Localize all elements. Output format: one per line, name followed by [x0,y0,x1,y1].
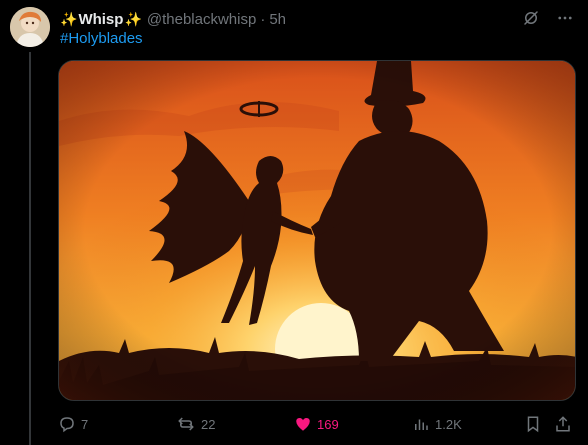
post-header: ✨ Whisp ✨ @theblackwhisp · 5h [60,9,286,29]
like-button[interactable]: 169 [294,413,339,435]
post-actions-bar: 7 22 169 1.2K [58,413,576,435]
more-icon[interactable] [554,7,576,29]
bookmark-icon [527,416,539,433]
post-media-image[interactable] [58,60,576,401]
views-button[interactable]: 1.2K [412,413,462,435]
hashtag-link[interactable]: #Holyblades [60,30,143,47]
display-name[interactable]: Whisp [78,11,123,28]
grok-icon[interactable] [520,7,542,29]
user-handle[interactable]: @theblackwhisp [147,11,256,28]
share-icon [556,416,570,432]
thread-line [29,52,31,445]
repost-icon [178,417,194,431]
bookmark-button[interactable] [524,413,542,435]
reply-icon [60,417,74,433]
share-button[interactable] [554,413,572,435]
sparkle-right-icon: ✨ [124,10,142,27]
reply-button[interactable]: 7 [58,413,88,435]
post-time[interactable]: 5h [269,11,286,28]
bar-chart-icon [415,419,428,430]
avatar[interactable] [10,7,50,47]
sparkle-left-icon: ✨ [60,10,78,27]
reply-count: 7 [81,416,89,432]
like-count: 169 [317,416,339,432]
repost-button[interactable]: 22 [176,413,215,435]
repost-count: 22 [201,416,216,432]
post-top-actions [520,7,576,29]
heart-filled-icon [296,418,310,431]
views-count: 1.2K [435,416,462,432]
separator-dot: · [260,10,266,28]
